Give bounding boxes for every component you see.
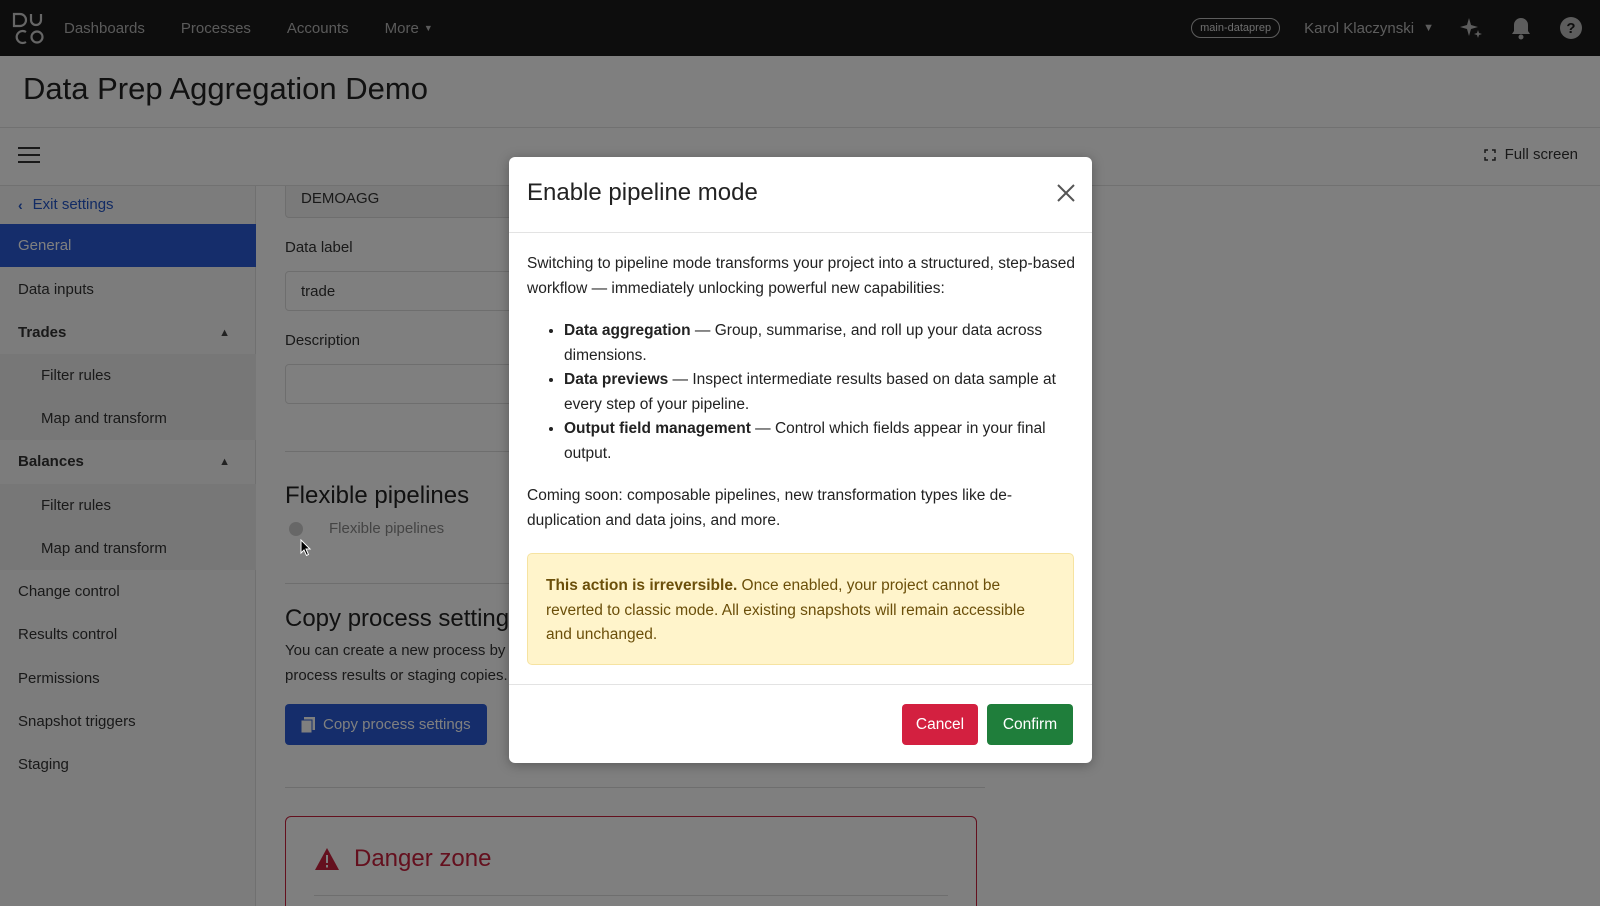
feature-name: Output field management <box>564 420 751 437</box>
feature-name: Data previews <box>564 371 669 388</box>
modal-title: Enable pipeline mode <box>527 179 758 206</box>
warning-bold-text: This action is irreversible. <box>546 577 738 594</box>
confirm-button[interactable]: Confirm <box>987 704 1073 745</box>
modal-header: Enable pipeline mode <box>509 157 1092 233</box>
feature-item: Output field management — Control which … <box>564 417 1077 466</box>
modal-body: Switching to pipeline mode transforms yo… <box>527 252 1077 533</box>
cancel-button[interactable]: Cancel <box>902 704 978 745</box>
feature-item: Data previews — Inspect intermediate res… <box>564 368 1077 417</box>
modal-intro: Switching to pipeline mode transforms yo… <box>527 255 1075 297</box>
feature-name: Data aggregation <box>564 322 691 339</box>
enable-pipeline-mode-dialog: Enable pipeline mode Switching to pipeli… <box>509 157 1092 763</box>
feature-list: Data aggregation — Group, summarise, and… <box>527 319 1077 466</box>
modal-footer: Cancel Confirm <box>509 684 1092 763</box>
irreversible-warning: This action is irreversible. Once enable… <box>527 553 1074 665</box>
mouse-cursor-icon <box>300 539 312 557</box>
close-icon[interactable] <box>1056 183 1076 203</box>
coming-soon-text: Coming soon: composable pipelines, new t… <box>527 487 1013 529</box>
feature-item: Data aggregation — Group, summarise, and… <box>564 319 1077 368</box>
